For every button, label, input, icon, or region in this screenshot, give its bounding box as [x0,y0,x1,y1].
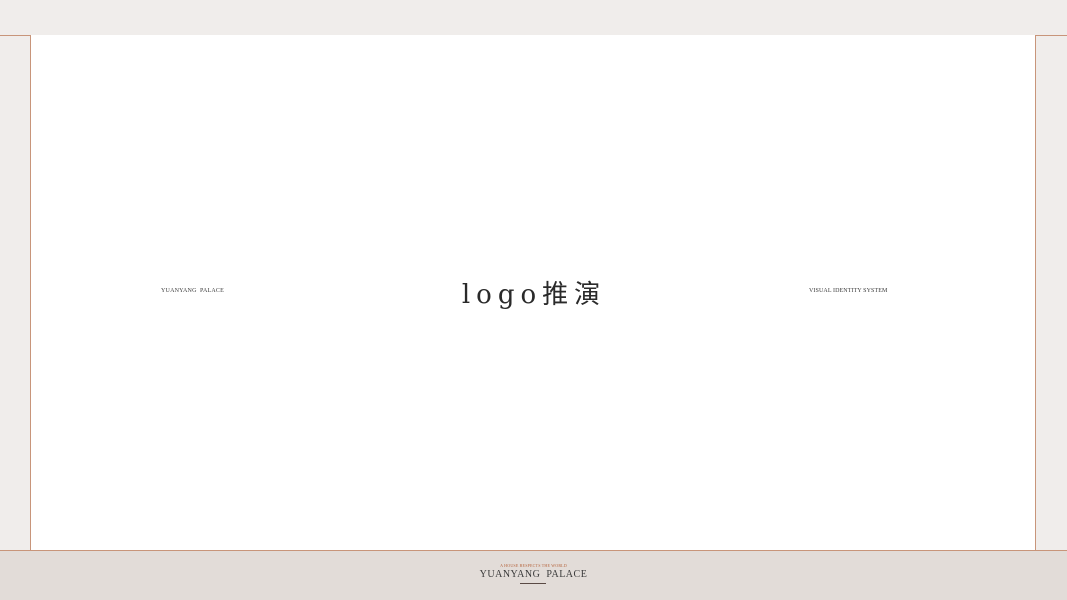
slide-panel: YUANYANG PALACE logo推演 VISUAL IDENTITY S… [30,35,1036,550]
right-system-label: VISUAL IDENTITY SYSTEM [809,288,888,294]
side-margin-left [0,36,30,550]
footer-brand-name: YUANYANG PALACE [479,569,588,580]
side-margin-right [1037,36,1067,550]
top-band [0,0,1067,35]
footer-tagline: A HOUSE BESPECTS THE WORLD [500,563,567,568]
footer: A HOUSE BESPECTS THE WORLD YUANYANG PALA… [0,551,1067,600]
footer-underline [520,583,546,584]
